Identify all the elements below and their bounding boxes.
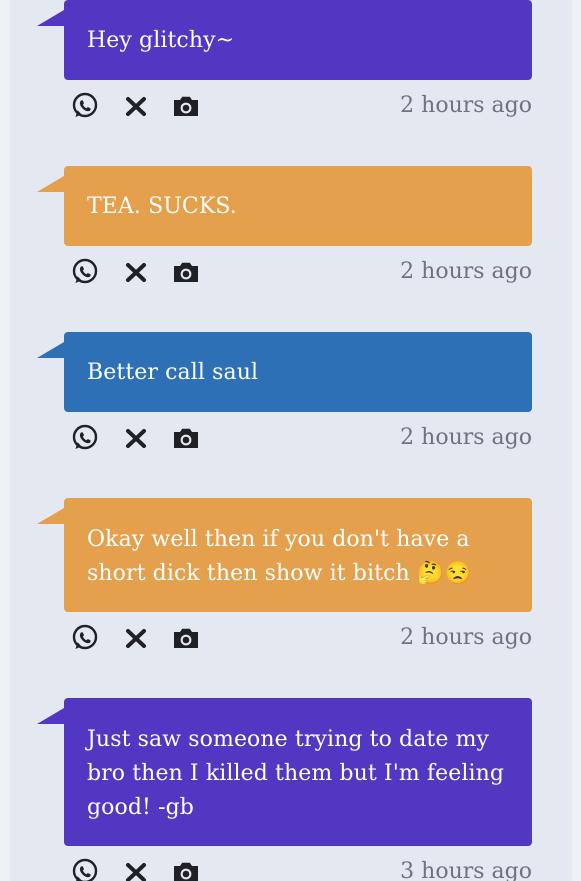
message-bubble: TEA. SUCKS. xyxy=(37,166,532,246)
camera-icon[interactable] xyxy=(171,257,201,287)
camera-icon[interactable] xyxy=(171,423,201,453)
message-actions: 3 hours ago xyxy=(70,857,532,881)
close-icon[interactable] xyxy=(121,857,151,881)
whatsapp-icon[interactable] xyxy=(70,423,100,453)
close-icon[interactable] xyxy=(121,423,151,453)
close-icon[interactable] xyxy=(121,257,151,287)
message-feed: Hey glitchy~ 2 hours ago TEA. SUCKS. 2 h… xyxy=(10,0,572,881)
bubble-tail xyxy=(37,10,64,26)
close-icon[interactable] xyxy=(121,623,151,653)
message-text: Just saw someone trying to date my bro t… xyxy=(87,727,505,820)
timestamp: 3 hours ago xyxy=(400,859,532,881)
whatsapp-icon[interactable] xyxy=(70,91,100,121)
camera-icon[interactable] xyxy=(171,91,201,121)
message-text: Okay well then if you don't have a short… xyxy=(87,527,472,586)
whatsapp-icon[interactable] xyxy=(70,257,100,287)
close-icon[interactable] xyxy=(121,91,151,121)
whatsapp-icon[interactable] xyxy=(70,623,100,653)
message-actions: 2 hours ago xyxy=(70,423,532,453)
message-text: Hey glitchy~ xyxy=(87,28,235,53)
bubble-tail xyxy=(37,708,64,724)
bubble-tail xyxy=(37,342,64,358)
message-bubble: Just saw someone trying to date my bro t… xyxy=(37,698,532,846)
message-actions: 2 hours ago xyxy=(70,91,532,121)
message-text: Better call saul xyxy=(87,360,259,385)
message-bubble: Okay well then if you don't have a short… xyxy=(37,498,532,612)
whatsapp-icon[interactable] xyxy=(70,857,100,881)
timestamp: 2 hours ago xyxy=(400,625,532,650)
message-text: TEA. SUCKS. xyxy=(87,194,237,219)
message-actions: 2 hours ago xyxy=(70,623,532,653)
camera-icon[interactable] xyxy=(171,857,201,881)
timestamp: 2 hours ago xyxy=(400,93,532,118)
timestamp: 2 hours ago xyxy=(400,259,532,284)
message-bubble: Better call saul xyxy=(37,332,532,412)
message-bubble: Hey glitchy~ xyxy=(37,0,532,80)
bubble-tail xyxy=(37,176,64,192)
timestamp: 2 hours ago xyxy=(400,425,532,450)
message-actions: 2 hours ago xyxy=(70,257,532,287)
camera-icon[interactable] xyxy=(171,623,201,653)
bubble-tail xyxy=(37,508,64,524)
